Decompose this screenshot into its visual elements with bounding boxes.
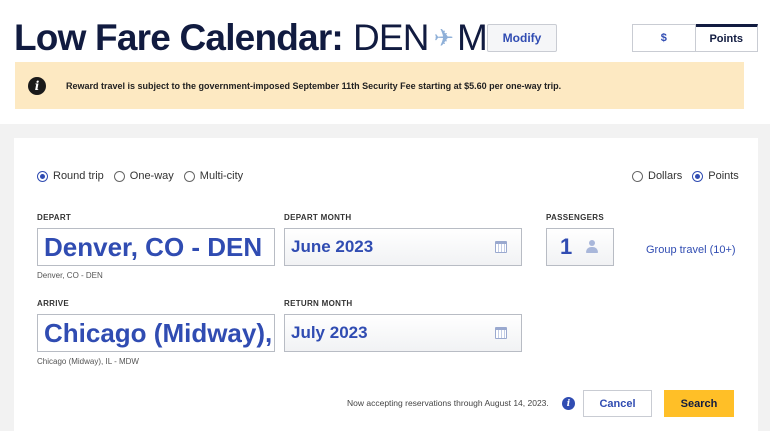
modify-button[interactable]: Modify: [487, 24, 557, 52]
depart-input-value: Denver, CO - DEN: [44, 231, 263, 262]
security-fee-notice: i Reward travel is subject to the govern…: [15, 62, 744, 109]
radio-selected-icon: [37, 170, 48, 182]
round-trip-label: Round trip: [53, 170, 104, 182]
one-way-radio[interactable]: One-way: [113, 170, 174, 182]
multi-city-radio[interactable]: Multi-city: [183, 170, 244, 182]
person-icon: [585, 240, 599, 254]
cancel-button[interactable]: Cancel: [583, 390, 652, 417]
multi-city-label: Multi-city: [199, 170, 244, 182]
calendar-icon: [495, 327, 507, 339]
depart-month-label: DEPART MONTH: [284, 213, 352, 222]
passengers-select[interactable]: 1: [546, 228, 614, 266]
currency-toggle: $ Points: [632, 24, 758, 52]
page-title-text: Low Fare Calendar:: [14, 17, 344, 58]
depart-month-value: June 2023: [291, 237, 374, 256]
search-button[interactable]: Search: [664, 390, 734, 417]
low-fare-calendar-page: Low Fare Calendar: DEN ✈ MDW Modify $ Po…: [0, 0, 770, 431]
depart-label: DEPART: [37, 213, 72, 222]
arrive-sublabel: Chicago (Midway), IL - MDW: [37, 357, 139, 366]
info-icon[interactable]: i: [562, 397, 575, 410]
arrive-input[interactable]: Chicago (Midway), IL - MDW: [37, 314, 275, 352]
depart-input[interactable]: Denver, CO - DEN: [37, 228, 275, 266]
reservations-notice: Now accepting reservations through Augus…: [347, 398, 549, 408]
points-radio[interactable]: Points: [692, 170, 739, 182]
notice-text: Reward travel is subject to the governme…: [66, 80, 562, 91]
arrive-label: ARRIVE: [37, 299, 70, 308]
trip-type-group: Round trip One-way Multi-city: [37, 170, 253, 182]
return-month-select[interactable]: July 2023: [284, 314, 522, 352]
points-toggle-option[interactable]: Points: [695, 24, 758, 52]
return-month-value: July 2023: [291, 323, 368, 342]
radio-empty-icon: [632, 170, 643, 182]
page-title: Low Fare Calendar: DEN ✈ MDW: [14, 14, 548, 62]
passengers-value: 1: [560, 234, 573, 259]
depart-month-select[interactable]: June 2023: [284, 228, 522, 266]
depart-sublabel: Denver, CO - DEN: [37, 271, 103, 280]
fare-type-group: Dollars Points: [632, 170, 739, 182]
origin-code: DEN: [352, 17, 430, 58]
dollars-toggle-option[interactable]: $: [632, 24, 696, 52]
round-trip-radio[interactable]: Round trip: [37, 170, 104, 182]
calendar-icon: [495, 241, 507, 253]
radio-selected-icon: [692, 170, 704, 182]
dollars-label: Dollars: [648, 170, 683, 182]
one-way-label: One-way: [129, 170, 174, 182]
airplane-icon: ✈: [433, 24, 454, 52]
dollars-radio[interactable]: Dollars: [632, 170, 682, 182]
return-month-label: RETURN MONTH: [284, 299, 353, 308]
group-travel-link[interactable]: Group travel (10+): [646, 244, 736, 256]
radio-empty-icon: [113, 170, 125, 182]
passengers-label: PASSENGERS: [546, 213, 604, 222]
info-icon: i: [28, 76, 46, 95]
arrive-input-value: Chicago (Midway), IL - MDW: [44, 317, 274, 348]
radio-empty-icon: [183, 170, 195, 182]
points-label: Points: [708, 170, 739, 182]
